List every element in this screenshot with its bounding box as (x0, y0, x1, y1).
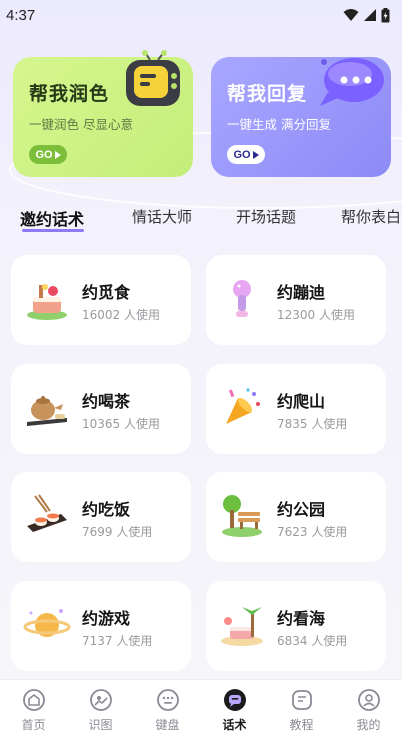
topic-name: 约看海 (277, 609, 326, 628)
status-time: 4:37 (6, 6, 36, 24)
play-arrow-icon (54, 150, 61, 159)
tutorial-icon (291, 690, 312, 710)
nav-recognize[interactable]: 识图 (67, 680, 134, 739)
active-tab-indicator (22, 229, 84, 232)
polish-subtitle: 一键润色 尽显心意 (29, 117, 133, 132)
status-icons (343, 7, 390, 23)
play-arrow-icon (252, 150, 259, 159)
topic-users: 7137 人使用 (82, 634, 153, 648)
profile-icon (357, 689, 380, 711)
topic-card-disco[interactable]: 约蹦迪 12300 人使用 (206, 255, 386, 345)
teapot-icon (27, 396, 67, 426)
battery-icon (381, 7, 390, 22)
microphone-icon (233, 280, 251, 317)
signal-icon (364, 9, 376, 21)
nav-home[interactable]: 首页 (0, 680, 67, 739)
park-bench-icon (222, 495, 262, 537)
topic-card-sea[interactable]: 约看海 6834 人使用 (206, 581, 386, 671)
topic-name: 约吃饭 (82, 500, 131, 519)
topic-card-tea[interactable]: 约喝茶 10365 人使用 (11, 364, 191, 454)
nav-keyboard[interactable]: 键盘 (134, 680, 201, 739)
tv-robot-icon (126, 50, 180, 106)
polish-go-label: GO (35, 148, 53, 161)
topic-users: 16002 人使用 (82, 308, 160, 322)
nav-label: 话术 (222, 718, 247, 732)
topic-users: 7835 人使用 (277, 417, 348, 431)
topic-tabs: 邀约话术 情话大师 开场话题 帮你表白 (0, 198, 402, 238)
topic-name: 约喝茶 (82, 392, 131, 411)
tab-love-words[interactable]: 情话大师 (132, 206, 192, 227)
topic-users: 7623 人使用 (277, 525, 348, 539)
topic-name: 约游戏 (82, 609, 131, 628)
status-bar: 4:37 (0, 0, 402, 30)
topic-users: 12300 人使用 (277, 308, 355, 322)
sushi-icon (27, 494, 67, 532)
nav-label: 键盘 (155, 718, 180, 732)
nav-profile[interactable]: 我的 (335, 680, 402, 739)
keyboard-icon (156, 689, 179, 711)
topic-card-hiking[interactable]: 约爬山 7835 人使用 (206, 364, 386, 454)
nav-label: 我的 (356, 718, 381, 732)
nav-label: 首页 (21, 718, 46, 732)
home-icon (22, 689, 45, 711)
polish-go-button[interactable]: GO (29, 145, 67, 164)
tab-opening-topics[interactable]: 开场话题 (236, 206, 296, 227)
reply-go-label: GO (233, 148, 251, 161)
topic-name: 约爬山 (277, 392, 326, 411)
topic-users: 7699 人使用 (82, 525, 153, 539)
food-cake-icon (27, 284, 67, 320)
wifi-icon (343, 9, 359, 21)
topic-card-dinner[interactable]: 约吃饭 7699 人使用 (11, 472, 191, 562)
chat-bubble-3d-icon (320, 58, 384, 106)
reply-subtitle: 一键生成 满分回复 (227, 117, 331, 132)
topic-name: 约蹦迪 (277, 283, 326, 302)
tab-invite[interactable]: 邀约话术 (20, 206, 84, 230)
nav-label: 识图 (88, 718, 113, 732)
topic-users: 10365 人使用 (82, 417, 160, 431)
topic-card-food[interactable]: 约觅食 16002 人使用 (11, 255, 191, 345)
topic-card-park[interactable]: 约公园 7623 人使用 (206, 472, 386, 562)
topic-users: 6834 人使用 (277, 634, 348, 648)
topic-card-game[interactable]: 约游戏 7137 人使用 (11, 581, 191, 671)
reply-go-button[interactable]: GO (227, 145, 265, 164)
beach-icon (221, 607, 263, 646)
chat-bubble-icon (223, 689, 246, 711)
nav-label: 教程 (289, 718, 314, 732)
nav-scripts[interactable]: 话术 (201, 680, 268, 739)
tab-confession[interactable]: 帮你表白 (341, 206, 401, 227)
planet-icon (23, 609, 71, 637)
nav-tutorial[interactable]: 教程 (268, 680, 335, 739)
topic-name: 约觅食 (82, 283, 131, 302)
image-recognize-icon (89, 689, 112, 711)
party-horn-icon (226, 388, 260, 424)
topic-name: 约公园 (277, 500, 326, 519)
bottom-navigation: 首页 识图 键盘 话术 教程 我的 (0, 679, 402, 739)
